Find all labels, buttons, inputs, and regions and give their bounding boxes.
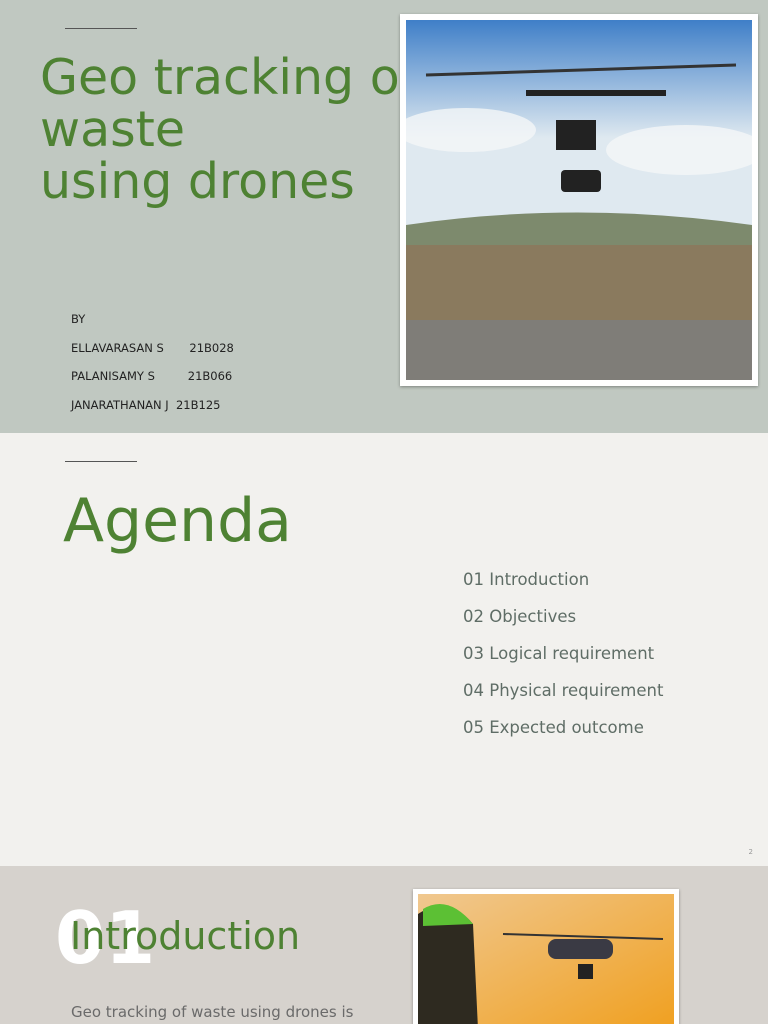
page-number: 2 — [748, 848, 753, 856]
drone-sunset-image — [413, 889, 679, 1024]
agenda-item: 04 Physical requirement — [463, 681, 664, 700]
divider — [65, 461, 137, 462]
agenda-item: 02 Objectives — [463, 607, 577, 626]
title-slide: Geo tracking of waste using drones BY EL… — [0, 0, 768, 433]
agenda-item: 05 Expected outcome — [463, 718, 644, 737]
author-list: BY ELLAVARASAN S 21B028 PALANISAMY S 21B… — [71, 312, 234, 426]
intro-text: Geo tracking of waste using drones is — [71, 1003, 354, 1021]
section-title: Introduction — [70, 914, 301, 958]
author-line: ELLAVARASAN S 21B028 — [71, 340, 234, 355]
agenda-list: 01 Introduction 02 Objectives 03 Logical… — [463, 570, 663, 755]
introduction-slide: 01 Introduction Geo tracking of waste us… — [0, 866, 768, 1024]
divider — [65, 28, 137, 29]
agenda-item: 03 Logical requirement — [463, 644, 655, 663]
agenda-title: Agenda — [63, 486, 292, 556]
author-line: BY — [71, 312, 86, 326]
agenda-item: 01 Introduction — [463, 570, 590, 589]
drone-landfill-image — [400, 14, 758, 386]
slide-title: Geo tracking of waste using drones — [40, 49, 417, 210]
author-line: JANARATHANAN J 21B125 — [71, 397, 221, 412]
author-line: PALANISAMY S 21B066 — [71, 369, 233, 383]
agenda-slide: Agenda 01 Introduction 02 Objectives 03 … — [0, 433, 768, 866]
